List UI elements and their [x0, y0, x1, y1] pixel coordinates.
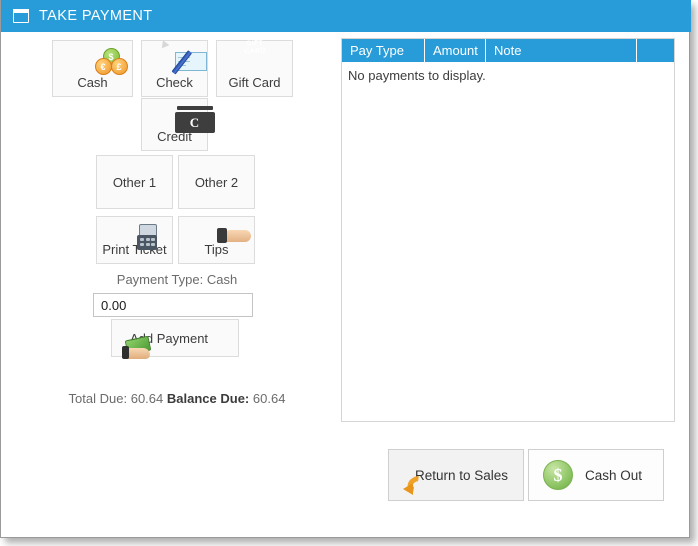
payment-method-gift-card-label: Gift Card [228, 75, 281, 90]
green-dollar-coin-icon: $ [543, 460, 573, 490]
payment-method-other-2-label: Other 2 [194, 174, 239, 190]
balance-due-label: Balance Due: [166, 391, 250, 406]
payment-method-cash-label: Cash [77, 75, 108, 90]
column-header-pay-type[interactable]: Pay Type [342, 39, 425, 62]
payments-grid-empty-message: No payments to display. [348, 68, 486, 83]
return-to-sales-label: Return to Sales [415, 467, 509, 483]
total-due-label: Total Due: [68, 391, 128, 406]
payment-method-cash[interactable]: $ € £ Cash [52, 40, 133, 97]
column-header-note[interactable]: Note [486, 39, 637, 62]
amount-input[interactable] [93, 293, 253, 317]
return-to-sales-button[interactable]: Return to Sales [388, 449, 524, 501]
tips-label: Tips [204, 242, 229, 257]
payment-method-credit[interactable]: C Credit [141, 98, 215, 151]
payment-method-gift-card[interactable]: GIFT CARD Gift Card [216, 39, 293, 97]
payment-method-check[interactable]: Check [141, 40, 208, 97]
payment-type-label: Payment Type: Cash [116, 272, 238, 287]
payment-method-other-1-label: Other 1 [112, 174, 157, 190]
payment-method-other-1[interactable]: Other 1 [96, 155, 173, 209]
total-due-value: 60.64 [130, 391, 164, 406]
window-form-icon [13, 9, 29, 23]
balance-due-value: 60.64 [252, 391, 286, 406]
cash-out-button[interactable]: $ Cash Out [528, 449, 664, 501]
totals-summary: Total Due: 60.64 Balance Due: 60.64 [52, 391, 302, 406]
gift-card-icon-line2: CARD [243, 47, 266, 56]
column-header-spacer[interactable] [637, 39, 674, 62]
window-title-bar: TAKE PAYMENT [1, 0, 691, 32]
credit-card-icon-glyph: C [189, 114, 200, 130]
tips-button[interactable]: Tips [178, 216, 255, 264]
add-payment-button[interactable]: Add Payment [111, 319, 239, 359]
payment-method-other-2[interactable]: Other 2 [178, 155, 255, 209]
cash-out-label: Cash Out [585, 467, 643, 483]
take-payment-window: TAKE PAYMENT $ € £ Cash Check GIFT CARD … [0, 0, 691, 538]
print-ticket-button[interactable]: Print Ticket [96, 216, 173, 264]
payments-grid-header: Pay Type Amount Note [342, 39, 674, 62]
page-title: TAKE PAYMENT [39, 8, 153, 24]
column-header-amount[interactable]: Amount [425, 39, 486, 62]
payment-method-check-label: Check [156, 75, 193, 90]
payments-grid: Pay Type Amount Note No payments to disp… [341, 38, 675, 422]
print-ticket-label: Print Ticket [102, 242, 167, 257]
